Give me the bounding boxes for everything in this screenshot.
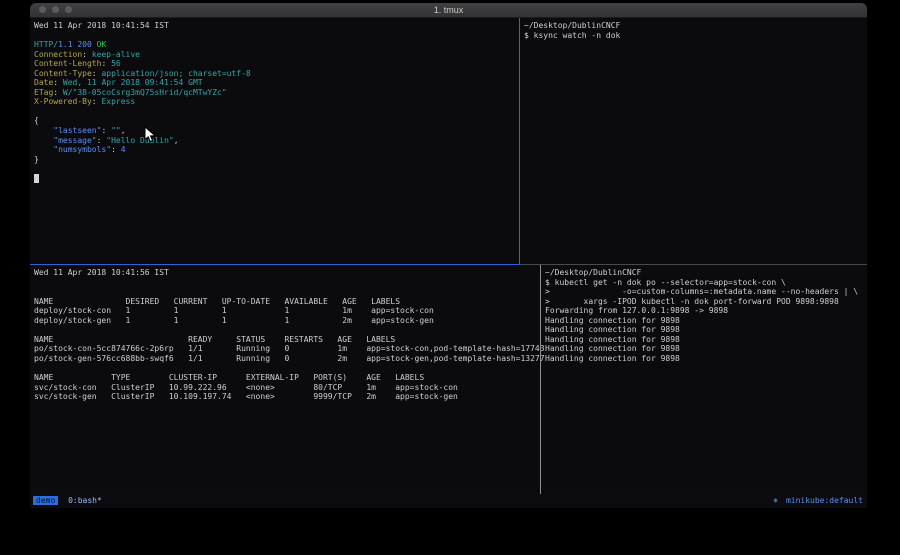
terminal-line: Wed 11 Apr 2018 10:41:56 IST <box>34 268 544 278</box>
window-titlebar[interactable]: 1. tmux <box>30 3 867 18</box>
terminal-line <box>34 107 523 117</box>
tmux-status-bar: demo 0:bash* ⎈ minikube:default <box>30 494 867 508</box>
terminal-line: $ ksync watch -n dok <box>524 31 867 41</box>
pane-border-vertical-top[interactable] <box>519 18 520 264</box>
terminal-line: ~/Desktop/DublinCNCF <box>545 268 867 278</box>
terminal-line: Connection: keep-alive <box>34 50 523 60</box>
terminal-line <box>34 164 523 174</box>
pane-port-forward[interactable]: ~/Desktop/DublinCNCF$ kubectl get -n dok… <box>541 265 867 494</box>
terminal-line: Handling connection for 9898 <box>545 335 867 345</box>
terminal-line: Date: Wed, 11 Apr 2018 09:41:54 GMT <box>34 78 523 88</box>
minimize-button[interactable] <box>52 6 59 13</box>
terminal-line: $ kubectl get -n dok po --selector=app=s… <box>545 278 867 288</box>
terminal-line: > xargs -IPOD kubectl -n dok port-forwar… <box>545 297 867 307</box>
terminal-line: Forwarding from 127.0.0.1:9898 -> 9898 <box>545 306 867 316</box>
pane-border-horizontal-active[interactable] <box>30 264 520 265</box>
terminal-line: Handling connection for 9898 <box>545 354 867 364</box>
pane-kubectl-resources[interactable]: Wed 11 Apr 2018 10:41:56 IST NAME DESIRE… <box>30 265 544 494</box>
terminal-line: deploy/stock-con 1 1 1 1 1m app=stock-co… <box>34 306 544 316</box>
pane-http-response[interactable]: Wed 11 Apr 2018 10:41:54 IST HTTP/1.1 20… <box>30 18 523 267</box>
pane-border-vertical-bottom[interactable] <box>540 265 541 494</box>
terminal-line: svc/stock-con ClusterIP 10.99.222.96 <no… <box>34 383 544 393</box>
terminal-line: ~/Desktop/DublinCNCF <box>524 21 867 31</box>
kube-context-label: minikube:default <box>786 496 863 505</box>
status-left: demo 0:bash* <box>30 494 102 508</box>
tmux-session-name: demo <box>33 496 58 505</box>
terminal-line: po/stock-con-5cc874766c-2p6rp 1/1 Runnin… <box>34 344 544 354</box>
terminal-window: 1. tmux Wed 11 Apr 2018 10:41:54 IST HTT… <box>30 3 867 508</box>
terminal-line: NAME DESIRED CURRENT UP-TO-DATE AVAILABL… <box>34 297 544 307</box>
terminal-line: "numsymbols": 4 <box>34 145 523 155</box>
close-button[interactable] <box>39 6 46 13</box>
terminal-line: HTTP/1.1 200 OK <box>34 40 523 50</box>
terminal-line: NAME TYPE CLUSTER-IP EXTERNAL-IP PORT(S)… <box>34 373 544 383</box>
window-title: 1. tmux <box>30 3 867 17</box>
terminal-line <box>34 363 544 373</box>
zoom-button[interactable] <box>65 6 72 13</box>
terminal-line: X-Powered-By: Express <box>34 97 523 107</box>
terminal-line: Handling connection for 9898 <box>545 325 867 335</box>
terminal-line: Handling connection for 9898 <box>545 344 867 354</box>
kubernetes-helm-icon: ⎈ <box>773 496 778 505</box>
window-controls <box>39 6 72 13</box>
mouse-cursor <box>144 126 156 144</box>
terminal-line: > -o=custom-columns=:metadata.name --no-… <box>545 287 867 297</box>
terminal-line <box>34 31 523 41</box>
terminal-line: svc/stock-gen ClusterIP 10.109.197.74 <n… <box>34 392 544 402</box>
terminal-line: Content-Length: 56 <box>34 59 523 69</box>
terminal-line <box>34 278 544 288</box>
pane-ksync-watch[interactable]: ~/Desktop/DublinCNCF$ ksync watch -n dok <box>520 18 867 267</box>
terminal-line: Content-Type: application/json; charset=… <box>34 69 523 79</box>
pane-border-horizontal-inactive[interactable] <box>520 264 867 265</box>
status-right: ⎈ minikube:default <box>773 494 867 508</box>
terminal-line: } <box>34 155 523 165</box>
terminal-line: Handling connection for 9898 <box>545 316 867 326</box>
terminal-line: Wed 11 Apr 2018 10:41:54 IST <box>34 21 523 31</box>
terminal-line: deploy/stock-gen 1 1 1 1 2m app=stock-ge… <box>34 316 544 326</box>
tmux-window-label[interactable]: 0:bash* <box>68 496 102 505</box>
terminal-line: po/stock-gen-576cc688bb-swqf6 1/1 Runnin… <box>34 354 544 364</box>
terminal-line <box>34 325 544 335</box>
terminal-line: { <box>34 116 523 126</box>
tmux-terminal: Wed 11 Apr 2018 10:41:54 IST HTTP/1.1 20… <box>30 18 867 494</box>
terminal-line: NAME READY STATUS RESTARTS AGE LABELS <box>34 335 544 345</box>
terminal-line <box>34 174 523 184</box>
terminal-line <box>34 287 544 297</box>
terminal-line: "message": "Hello Dublin", <box>34 136 523 146</box>
terminal-line: "lastseen": "", <box>34 126 523 136</box>
terminal-line: ETag: W/"38-05coCsrg3mQ75sHrid/qcMTwYZc" <box>34 88 523 98</box>
